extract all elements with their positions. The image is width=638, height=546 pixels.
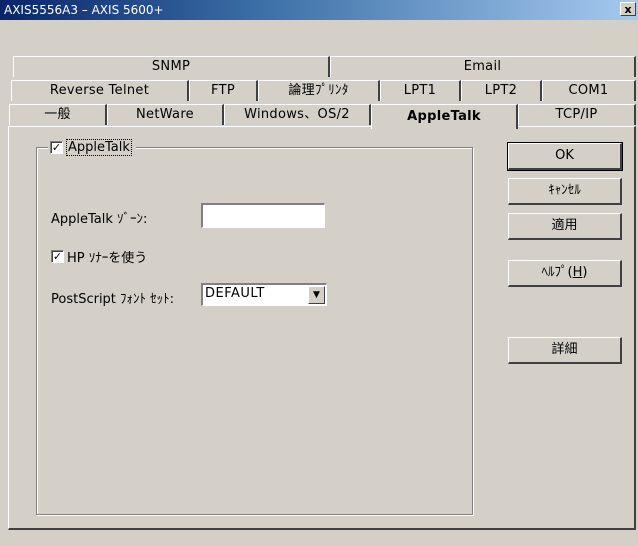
help-accelerator: H xyxy=(572,265,583,280)
hp-sonar-label: HP ｿﾅｰを使う xyxy=(67,251,148,266)
help-label-close: ) xyxy=(582,265,588,280)
close-icon: x xyxy=(624,3,632,16)
dropdown-arrow-icon[interactable]: ▼ xyxy=(308,286,325,304)
details-button[interactable]: 詳細 xyxy=(508,337,622,364)
font-set-label: PostScript ﾌｫﾝﾄ ｾｯﾄ: xyxy=(51,292,175,307)
help-label: ﾍﾙﾌﾟ( xyxy=(541,265,573,280)
hp-sonar-checkbox[interactable]: ✓ HP ｿﾅｰを使う xyxy=(51,247,147,266)
tab-tcpip[interactable]: TCP/IP xyxy=(518,104,636,125)
tab-lpt2[interactable]: LPT2 xyxy=(461,80,542,101)
tab-general[interactable]: 一般 xyxy=(9,104,107,125)
appletalk-checkbox-label: AppleTalk xyxy=(66,138,132,156)
close-button[interactable]: x xyxy=(620,2,636,16)
appletalk-enable-checkbox[interactable]: ✓ AppleTalk xyxy=(48,138,136,156)
font-set-value: DEFAULT xyxy=(205,286,265,301)
tab-lpt1[interactable]: LPT1 xyxy=(380,80,461,101)
tab-reverse-telnet[interactable]: Reverse Telnet xyxy=(11,80,189,101)
tab-logical-printer[interactable]: 論理ﾌﾟﾘﾝﾀ xyxy=(258,80,380,101)
ok-button[interactable]: OK xyxy=(507,142,623,171)
window-title: AXIS5556A3 – AXIS 5600+ xyxy=(4,3,164,17)
tab-appletalk[interactable]: AppleTalk xyxy=(371,104,518,129)
tab-email[interactable]: Email xyxy=(330,56,636,77)
zone-input[interactable] xyxy=(201,203,325,228)
title-bar: AXIS5556A3 – AXIS 5600+ x xyxy=(0,0,638,20)
tab-ftp[interactable]: FTP xyxy=(189,80,258,101)
checkbox-checked-icon[interactable]: ✓ xyxy=(50,140,63,154)
font-set-select[interactable]: DEFAULT ▼ xyxy=(201,283,327,306)
tab-com1[interactable]: COM1 xyxy=(542,80,636,101)
tab-netware[interactable]: NetWare xyxy=(107,104,224,125)
zone-label: AppleTalk ｿﾞｰﾝ: xyxy=(51,212,148,227)
tab-windows-os2[interactable]: Windows、OS/2 xyxy=(224,104,371,125)
apply-button[interactable]: 適用 xyxy=(508,213,622,240)
help-button[interactable]: ﾍﾙﾌﾟ(H) xyxy=(508,260,622,287)
tab-snmp[interactable]: SNMP xyxy=(13,56,330,77)
cancel-button[interactable]: ｷｬﾝｾﾙ xyxy=(508,178,622,205)
checkbox-checked-icon[interactable]: ✓ xyxy=(51,250,64,263)
